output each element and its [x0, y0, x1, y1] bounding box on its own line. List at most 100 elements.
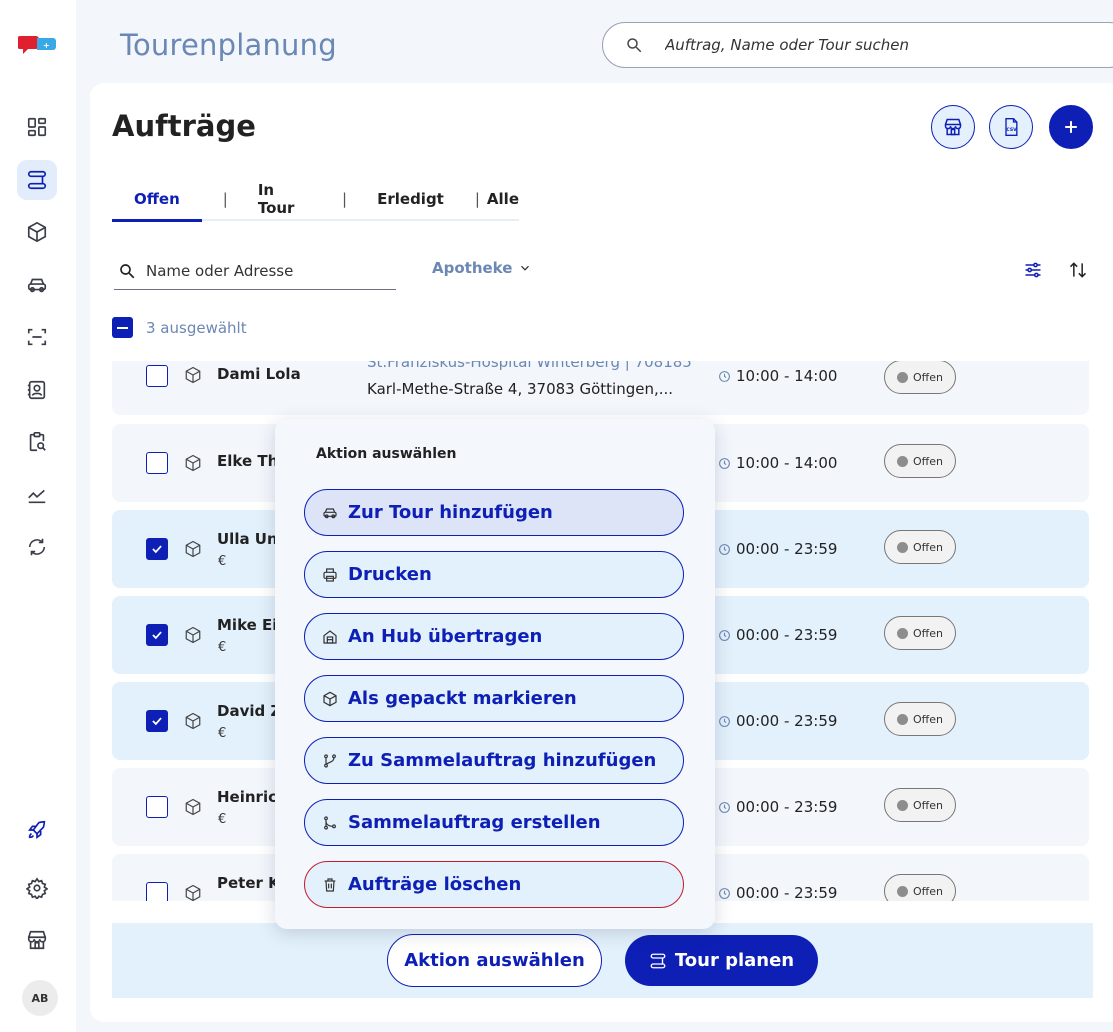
row-currency: € [218, 812, 227, 827]
row-currency: € [218, 726, 227, 741]
selection-summary: 3 ausgewählt [112, 317, 247, 338]
sidebar-item-vehicles[interactable] [17, 265, 57, 305]
page-title: Tourenplanung [120, 28, 337, 62]
car-icon [27, 278, 47, 293]
sidebar-item-settings[interactable] [17, 868, 57, 908]
dashboard-icon [27, 117, 47, 137]
pharmacy-select[interactable]: Apotheke [432, 259, 532, 277]
rocket-icon [28, 820, 46, 839]
sort-button[interactable] [1065, 257, 1091, 283]
select-all-checkbox[interactable] [112, 317, 133, 338]
tab-offen[interactable]: Offen [112, 190, 202, 222]
sliders-icon [1025, 262, 1041, 278]
filter-row: Apotheke [112, 253, 1112, 293]
store-icon [944, 118, 962, 136]
merge-icon [324, 753, 336, 768]
action-create-collective[interactable]: Sammelauftrag erstellen [304, 799, 684, 846]
sidebar-item-scan[interactable] [17, 317, 57, 357]
row-currency: € [218, 640, 227, 655]
row-address-line1: St.Franziskus-Hospital Winterberg | 7081… [367, 361, 692, 371]
row-name: Dami Lola [217, 365, 301, 383]
package-icon [185, 540, 201, 558]
check-icon [152, 717, 162, 726]
status-badge: Offen [884, 788, 956, 822]
select-action-button[interactable]: Aktion auswählen [387, 934, 602, 987]
selection-count: 3 ausgewählt [146, 318, 247, 337]
filter-settings-button[interactable] [1020, 257, 1046, 283]
row-checkbox[interactable] [146, 882, 168, 901]
status-badge: Offen [884, 702, 956, 736]
sidebar-item-reports[interactable] [17, 422, 57, 462]
chevron-down-icon [521, 265, 530, 271]
row-checkbox[interactable] [146, 624, 168, 646]
chart-line-icon [28, 489, 46, 504]
action-menu-title: Aktion auswählen [316, 446, 457, 462]
route-icon [27, 170, 47, 190]
row-checkbox[interactable] [146, 796, 168, 818]
row-checkbox[interactable] [146, 538, 168, 560]
action-print[interactable]: Drucken [304, 551, 684, 598]
tab-separator: | [474, 190, 480, 208]
table-row[interactable]: Dami Lola St.Franziskus-Hospital Winterb… [112, 361, 1089, 415]
status-badge: Offen [884, 874, 956, 901]
sidebar-item-dashboard[interactable] [17, 107, 57, 147]
row-time: 10:00 - 14:00 [718, 454, 837, 472]
sidebar-item-sync[interactable] [17, 527, 57, 567]
tab-separator: | [222, 190, 228, 208]
section-title: Aufträge [112, 109, 256, 143]
package-icon [323, 691, 337, 706]
clock-icon [719, 887, 730, 899]
action-mark-packed[interactable]: Als gepackt markieren [304, 675, 684, 722]
row-checkbox[interactable] [146, 710, 168, 732]
global-search[interactable] [602, 22, 1113, 68]
global-search-input[interactable] [665, 36, 1085, 54]
tab-in-tour[interactable]: In Tour [258, 181, 311, 217]
store-icon [27, 930, 47, 950]
row-checkbox[interactable] [146, 452, 168, 474]
clock-icon [719, 715, 730, 727]
svg-text:+: + [43, 41, 50, 50]
clock-icon [719, 801, 730, 813]
tab-alle[interactable]: Alle [487, 190, 519, 208]
row-address-line2: Karl-Methe-Straße 4, 37083 Göttingen,... [367, 380, 674, 398]
route-icon [650, 953, 666, 968]
action-add-to-tour[interactable]: Zur Tour hinzufügen [304, 489, 684, 536]
clock-icon [719, 370, 730, 382]
package-icon [185, 366, 201, 384]
package-icon [185, 626, 201, 644]
status-tabs: Offen | In Tour | Erledigt | Alle [112, 179, 519, 222]
package-icon [185, 454, 201, 472]
avatar[interactable]: AB [22, 980, 58, 1016]
sync-icon [28, 538, 46, 556]
pharmacy-button[interactable] [931, 105, 975, 149]
action-transfer-hub[interactable]: An Hub übertragen [304, 613, 684, 660]
status-badge: Offen [884, 361, 956, 394]
clock-icon [719, 629, 730, 641]
name-search-input[interactable] [146, 262, 386, 280]
action-delete-orders[interactable]: Aufträge löschen [304, 861, 684, 908]
sidebar-item-contacts[interactable] [17, 370, 57, 410]
row-time: 00:00 - 23:59 [718, 798, 837, 816]
csv-file-icon: CSV [1005, 118, 1018, 136]
row-name: Elke Thi [217, 452, 284, 470]
tab-erledigt[interactable]: Erledigt [377, 190, 444, 208]
plan-tour-button[interactable]: Tour planen [625, 935, 818, 986]
sidebar-item-packages[interactable] [17, 212, 57, 252]
sidebar-item-statistics[interactable] [17, 475, 57, 515]
row-time: 00:00 - 23:59 [718, 884, 837, 901]
sidebar-item-launch[interactable] [17, 810, 57, 850]
name-search[interactable] [114, 253, 396, 290]
trash-icon [324, 877, 336, 892]
sidebar-item-store[interactable] [17, 920, 57, 960]
action-add-to-collective[interactable]: Zu Sammelauftrag hinzufügen [304, 737, 684, 784]
sidebar-item-routes[interactable] [17, 160, 57, 200]
row-checkbox[interactable] [146, 365, 168, 387]
sort-icon [1069, 262, 1087, 278]
add-order-button[interactable] [1049, 105, 1093, 149]
status-badge: Offen [884, 530, 956, 564]
status-badge: Offen [884, 616, 956, 650]
action-menu: Aktion auswählen Zur Tour hinzufügen Dru… [275, 419, 715, 929]
row-currency: € [218, 554, 227, 569]
status-badge: Offen [884, 444, 956, 478]
csv-export-button[interactable]: CSV [989, 105, 1033, 149]
